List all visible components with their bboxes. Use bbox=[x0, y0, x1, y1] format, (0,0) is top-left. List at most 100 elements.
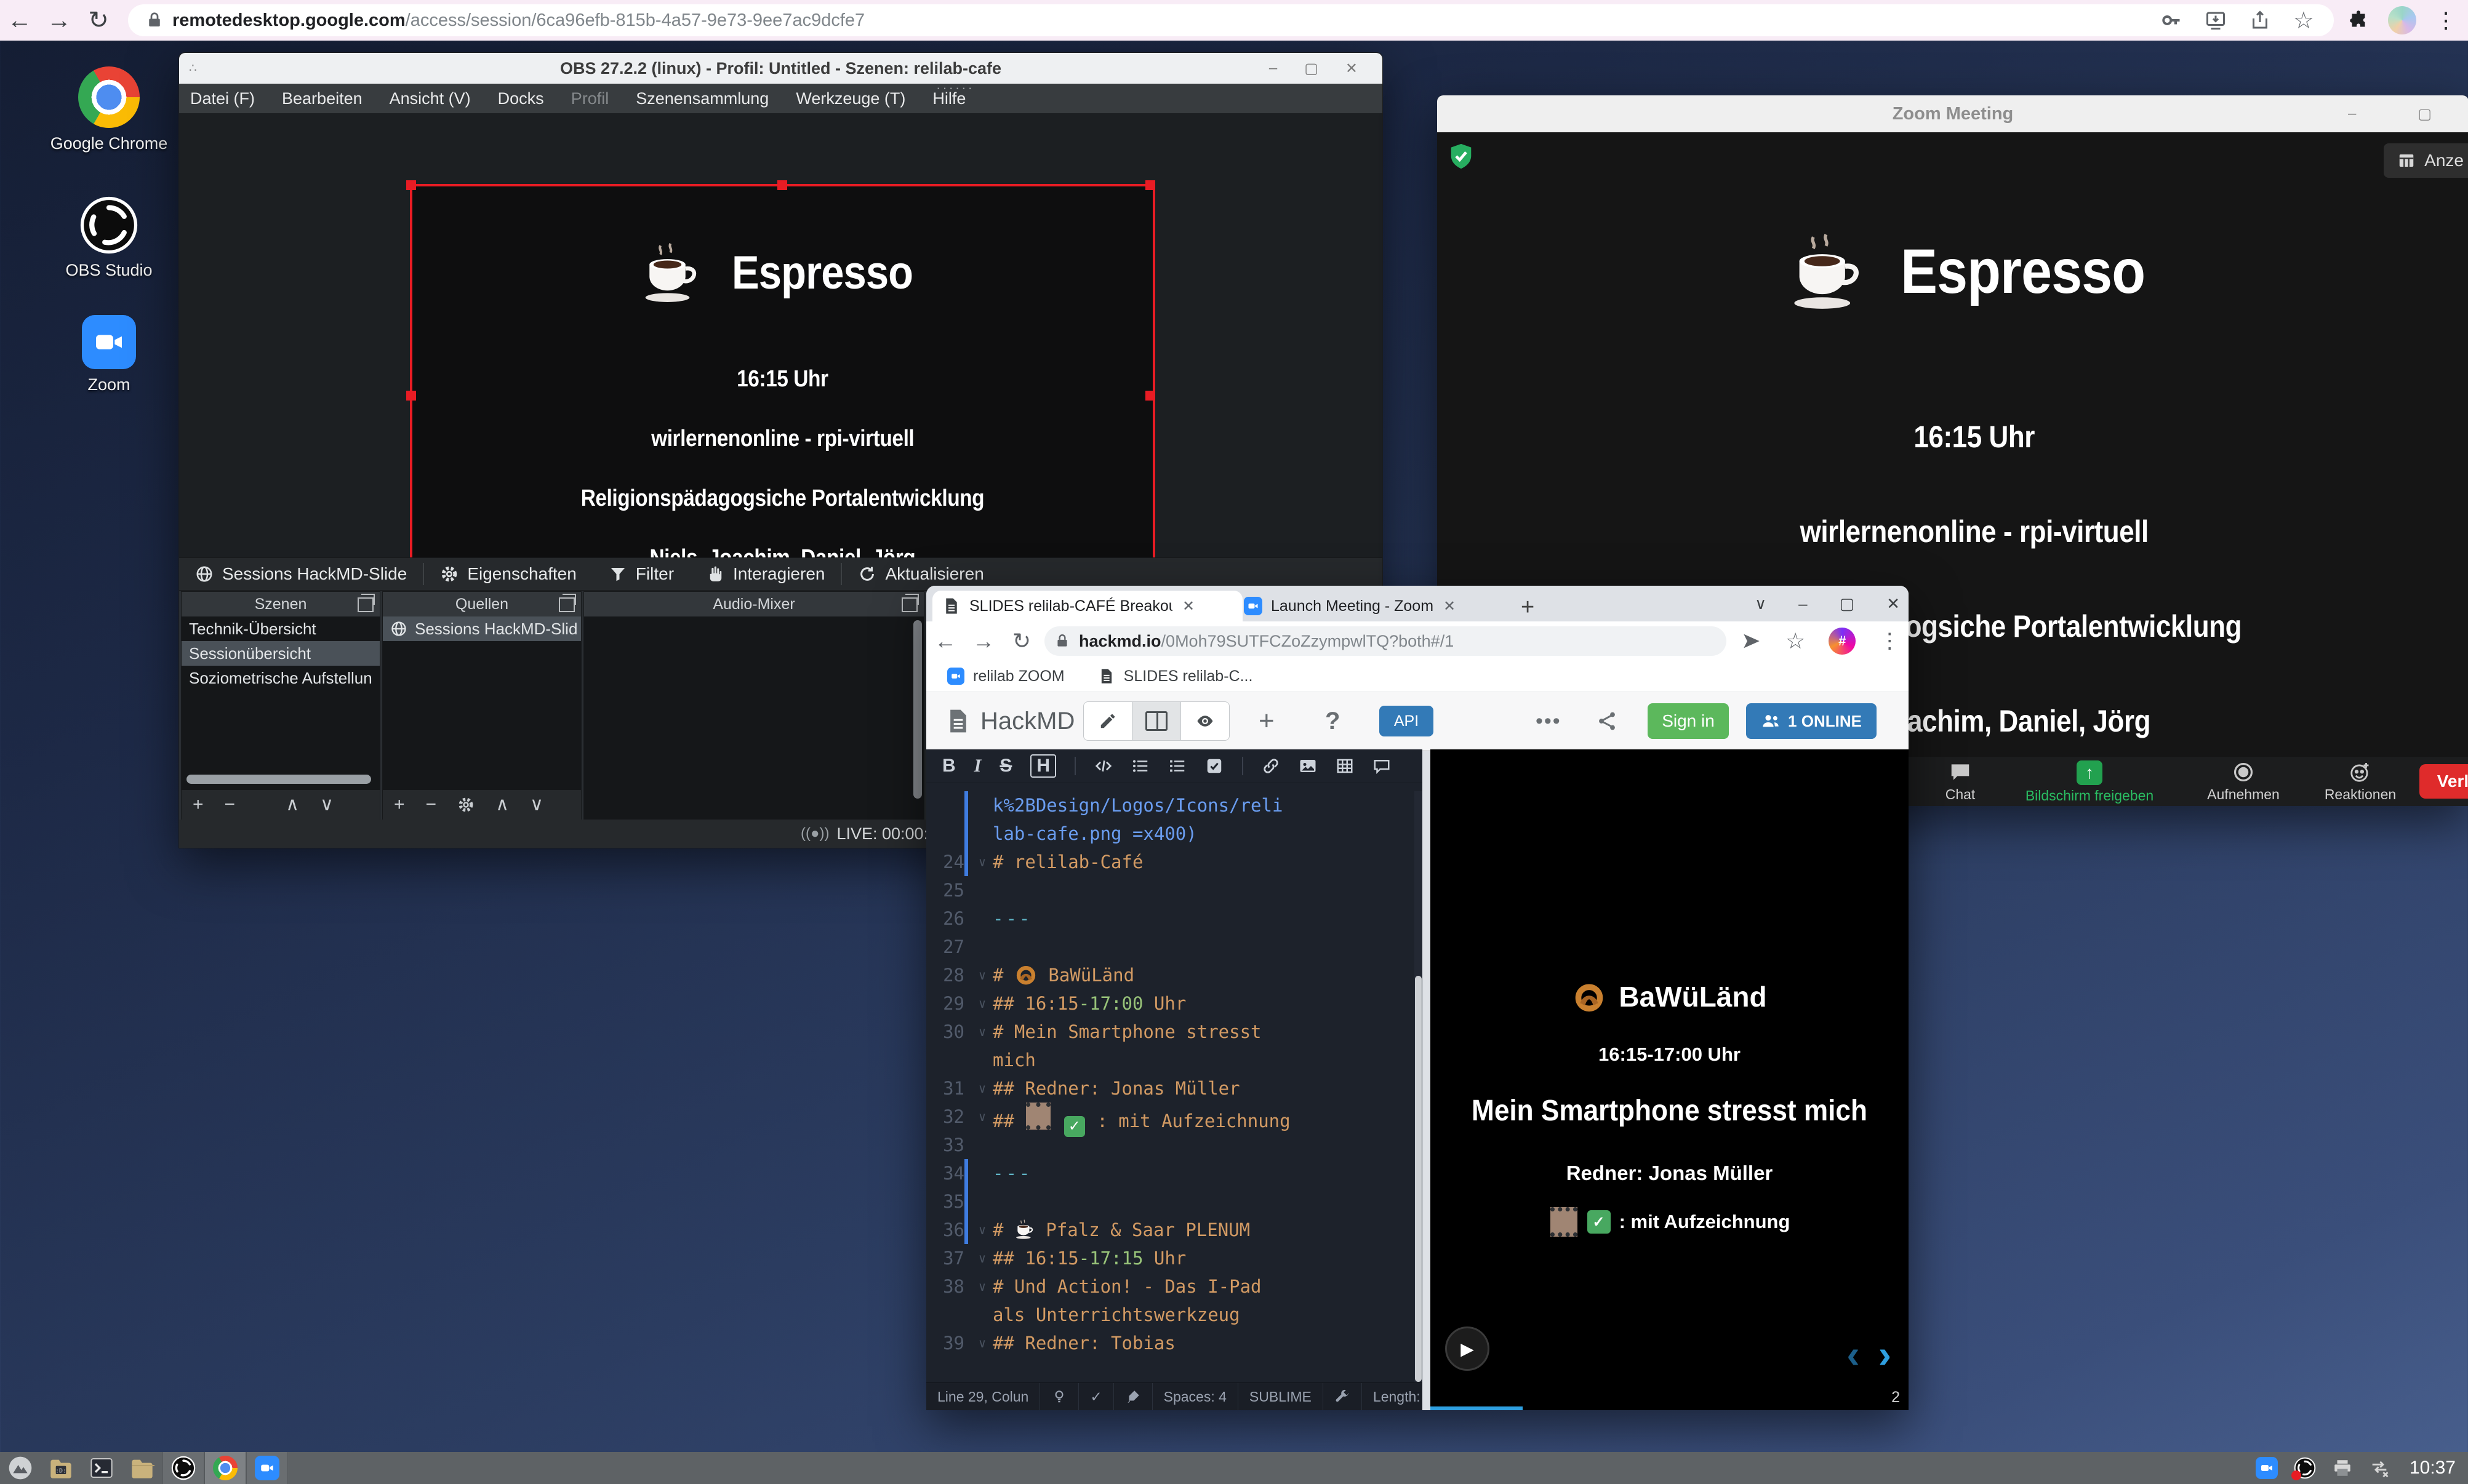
obs-close-button[interactable]: ✕ bbox=[1345, 60, 1358, 78]
tray-zoom-icon[interactable] bbox=[2256, 1457, 2278, 1479]
editor-line[interactable]: 39∨## Redner: Tobias bbox=[926, 1329, 1414, 1357]
scene-up-button[interactable]: ∧ bbox=[286, 796, 299, 814]
editor-line[interactable]: 29∨## 16:15-17:00 Uhr bbox=[926, 989, 1414, 1018]
scene-list-item[interactable]: Sessionübersicht bbox=[182, 641, 380, 666]
scene-list-item[interactable]: Soziometrische Aufstellun bbox=[182, 666, 380, 690]
profile-avatar[interactable] bbox=[2388, 6, 2416, 34]
image-icon[interactable] bbox=[1299, 757, 1317, 775]
editor-line[interactable]: lab-cafe.png =x400) bbox=[926, 820, 1414, 848]
check-icon[interactable]: ✓ bbox=[1079, 1383, 1113, 1410]
hackmd-maximize-button[interactable]: ▢ bbox=[1840, 594, 1855, 613]
meeting-secure-shield-icon[interactable] bbox=[1447, 142, 1475, 170]
tab-close-icon[interactable]: ✕ bbox=[1182, 597, 1195, 615]
obs-properties-button[interactable]: Eigenschaften bbox=[424, 558, 592, 590]
forward-icon[interactable]: → bbox=[964, 628, 1003, 654]
code-icon[interactable] bbox=[1094, 757, 1113, 775]
editor-content[interactable]: k%2BDesign/Logos/Icons/relilab-cafe.png … bbox=[926, 791, 1414, 1383]
zoom-aufnehmen-button[interactable]: Aufnehmen bbox=[2176, 760, 2311, 803]
split-mode-button[interactable] bbox=[1132, 702, 1181, 740]
add-scene-button[interactable]: + bbox=[193, 796, 204, 814]
editor-line[interactable]: 38∨# Und Action! - Das I-Pad bbox=[926, 1272, 1414, 1301]
editor-line[interactable]: 26--- bbox=[926, 904, 1414, 933]
hackmd-logo[interactable]: HackMD bbox=[945, 708, 1075, 735]
fold-chevron-icon[interactable]: ∨ bbox=[972, 1244, 993, 1272]
bookmark-star-icon[interactable]: ☆ bbox=[1785, 628, 1805, 654]
taskbar-screenshots-icon[interactable]: :D: bbox=[41, 1452, 81, 1484]
tray-obs-icon[interactable] bbox=[2294, 1457, 2316, 1479]
taskbar-obs-icon[interactable] bbox=[162, 1452, 204, 1484]
zoom-reaktionen-button[interactable]: Reaktionen bbox=[2293, 760, 2428, 803]
editor-line[interactable]: 37∨## 16:15-17:15 Uhr bbox=[926, 1244, 1414, 1272]
taskbar-chrome-icon[interactable] bbox=[204, 1452, 246, 1484]
forward-icon[interactable]: → bbox=[39, 7, 79, 34]
fold-chevron-icon[interactable]: ∨ bbox=[972, 1103, 993, 1131]
zoom-maximize-button[interactable]: ▢ bbox=[2418, 105, 2432, 123]
obs-menu-docks[interactable]: Docks bbox=[498, 89, 544, 108]
fold-chevron-icon[interactable]: ∨ bbox=[972, 989, 993, 1018]
slide-next-icon[interactable]: › bbox=[1878, 1332, 1891, 1376]
taskbar-files-icon[interactable] bbox=[122, 1452, 162, 1484]
fold-chevron-icon[interactable]: ∨ bbox=[972, 961, 993, 989]
scenes-hscrollbar[interactable] bbox=[186, 775, 371, 784]
obs-menu-ansichtv[interactable]: Ansicht (V) bbox=[390, 89, 471, 108]
selection-handle[interactable] bbox=[406, 180, 416, 190]
remove-source-button[interactable]: − bbox=[426, 796, 437, 814]
zoom-minimize-button[interactable]: – bbox=[2348, 105, 2356, 123]
share-note-icon[interactable] bbox=[1596, 710, 1618, 732]
zoom-bildschirm-freigeben-button[interactable]: ↑Bildschirm freigeben bbox=[2022, 760, 2157, 804]
hackmd-close-button[interactable]: ✕ bbox=[1886, 594, 1900, 613]
editor-line[interactable]: 28∨# BaWüLänd bbox=[926, 961, 1414, 989]
bold-button[interactable]: B bbox=[942, 756, 956, 776]
popout-icon[interactable] bbox=[358, 597, 374, 612]
editor-line[interactable]: 35 bbox=[926, 1187, 1414, 1216]
fold-chevron-icon[interactable]: ∨ bbox=[972, 1272, 993, 1301]
popout-icon[interactable] bbox=[902, 597, 918, 612]
selection-handle[interactable] bbox=[777, 180, 787, 190]
markdown-editor-pane[interactable]: B I S H k%2BDesign/Logos/Icons/relilab-c… bbox=[926, 749, 1422, 1410]
lightbulb-icon[interactable] bbox=[1051, 1389, 1067, 1405]
task-list-icon[interactable] bbox=[1205, 757, 1224, 775]
share-icon[interactable] bbox=[2249, 9, 2271, 31]
obs-menu-werkzeuget[interactable]: Werkzeuge (T) bbox=[796, 89, 905, 108]
tray-printer-icon[interactable] bbox=[2332, 1458, 2353, 1478]
fold-chevron-icon[interactable]: ∨ bbox=[972, 1074, 993, 1103]
editor-line[interactable]: 34--- bbox=[926, 1159, 1414, 1187]
obs-interact-button[interactable]: Interagieren bbox=[690, 558, 841, 590]
new-note-button[interactable]: + bbox=[1259, 706, 1275, 736]
add-source-button[interactable]: + bbox=[394, 796, 405, 814]
reload-icon[interactable]: ↻ bbox=[79, 6, 118, 34]
obs-filter-button[interactable]: Filter bbox=[593, 558, 690, 590]
obs-selected-source-box[interactable]: Espresso16:15 Uhrwirlernenonline - rpi-v… bbox=[410, 184, 1155, 557]
extensions-icon[interactable] bbox=[2347, 9, 2370, 31]
link-icon[interactable] bbox=[1262, 757, 1280, 775]
remove-scene-button[interactable]: − bbox=[225, 796, 236, 814]
dock-resize-handle[interactable]: ······ bbox=[936, 80, 974, 96]
browser-menu-icon[interactable]: ⋮ bbox=[2435, 7, 2457, 33]
fold-chevron-icon[interactable]: ∨ bbox=[972, 1216, 993, 1244]
indent-label[interactable]: Spaces: 4 bbox=[1153, 1383, 1238, 1410]
api-button[interactable]: API bbox=[1379, 706, 1433, 736]
editor-line[interactable]: als Unterrichtswerkzeug bbox=[926, 1301, 1414, 1329]
brush-icon[interactable] bbox=[1125, 1389, 1141, 1405]
editor-scrollbar-thumb[interactable] bbox=[1415, 976, 1422, 1382]
sign-in-button[interactable]: Sign in bbox=[1648, 703, 1729, 739]
table-icon[interactable] bbox=[1336, 757, 1354, 775]
source-settings-icon[interactable] bbox=[457, 796, 475, 813]
taskbar-terminal-icon[interactable] bbox=[81, 1452, 122, 1484]
comment-icon[interactable] bbox=[1372, 757, 1391, 775]
popout-icon[interactable] bbox=[559, 597, 575, 612]
zoom-leave-button[interactable]: Verlas bbox=[2419, 764, 2468, 799]
profile-avatar[interactable]: # bbox=[1829, 628, 1856, 655]
password-key-icon[interactable] bbox=[2160, 9, 2182, 31]
scene-down-button[interactable]: ∨ bbox=[320, 796, 334, 814]
new-tab-button[interactable]: + bbox=[1521, 594, 1534, 621]
editor-line[interactable]: 31∨## Redner: Jonas Müller bbox=[926, 1074, 1414, 1103]
obs-source-tab[interactable]: Sessions HackMD-Slide bbox=[179, 558, 423, 590]
editor-line[interactable]: 24∨# relilab-Café bbox=[926, 848, 1414, 876]
selection-handle[interactable] bbox=[1145, 180, 1155, 190]
more-options-icon[interactable]: ••• bbox=[1536, 709, 1561, 733]
bookmark-relilab-zoom[interactable]: relilab ZOOM bbox=[947, 668, 1065, 685]
obs-titlebar[interactable]: ∴ OBS 27.2.2 (linux) - Profil: Untitled … bbox=[179, 53, 1382, 84]
browser-menu-icon[interactable]: ⋮ bbox=[1879, 629, 1900, 653]
play-button[interactable]: ▶ bbox=[1445, 1326, 1489, 1371]
